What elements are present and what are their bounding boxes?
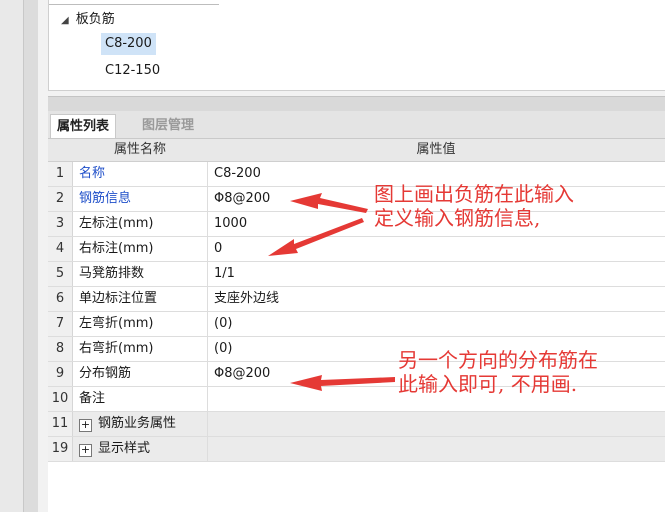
annotation-note-1-line-2: 定义输入钢筋信息, bbox=[374, 206, 541, 230]
annotation-note-2-line-2: 此输入即可, 不用画. bbox=[398, 372, 578, 396]
annotation-note-1-line-1: 图上画出负筋在此输入 bbox=[374, 182, 574, 206]
arrow-to-distribution-rebar bbox=[290, 375, 395, 391]
arrow-to-rebar-info bbox=[290, 193, 368, 213]
annotation-note-2-line-1: 另一个方向的分布筋在 bbox=[398, 348, 598, 372]
arrow-to-right-mark bbox=[268, 218, 364, 256]
annotation-arrows bbox=[268, 193, 395, 391]
